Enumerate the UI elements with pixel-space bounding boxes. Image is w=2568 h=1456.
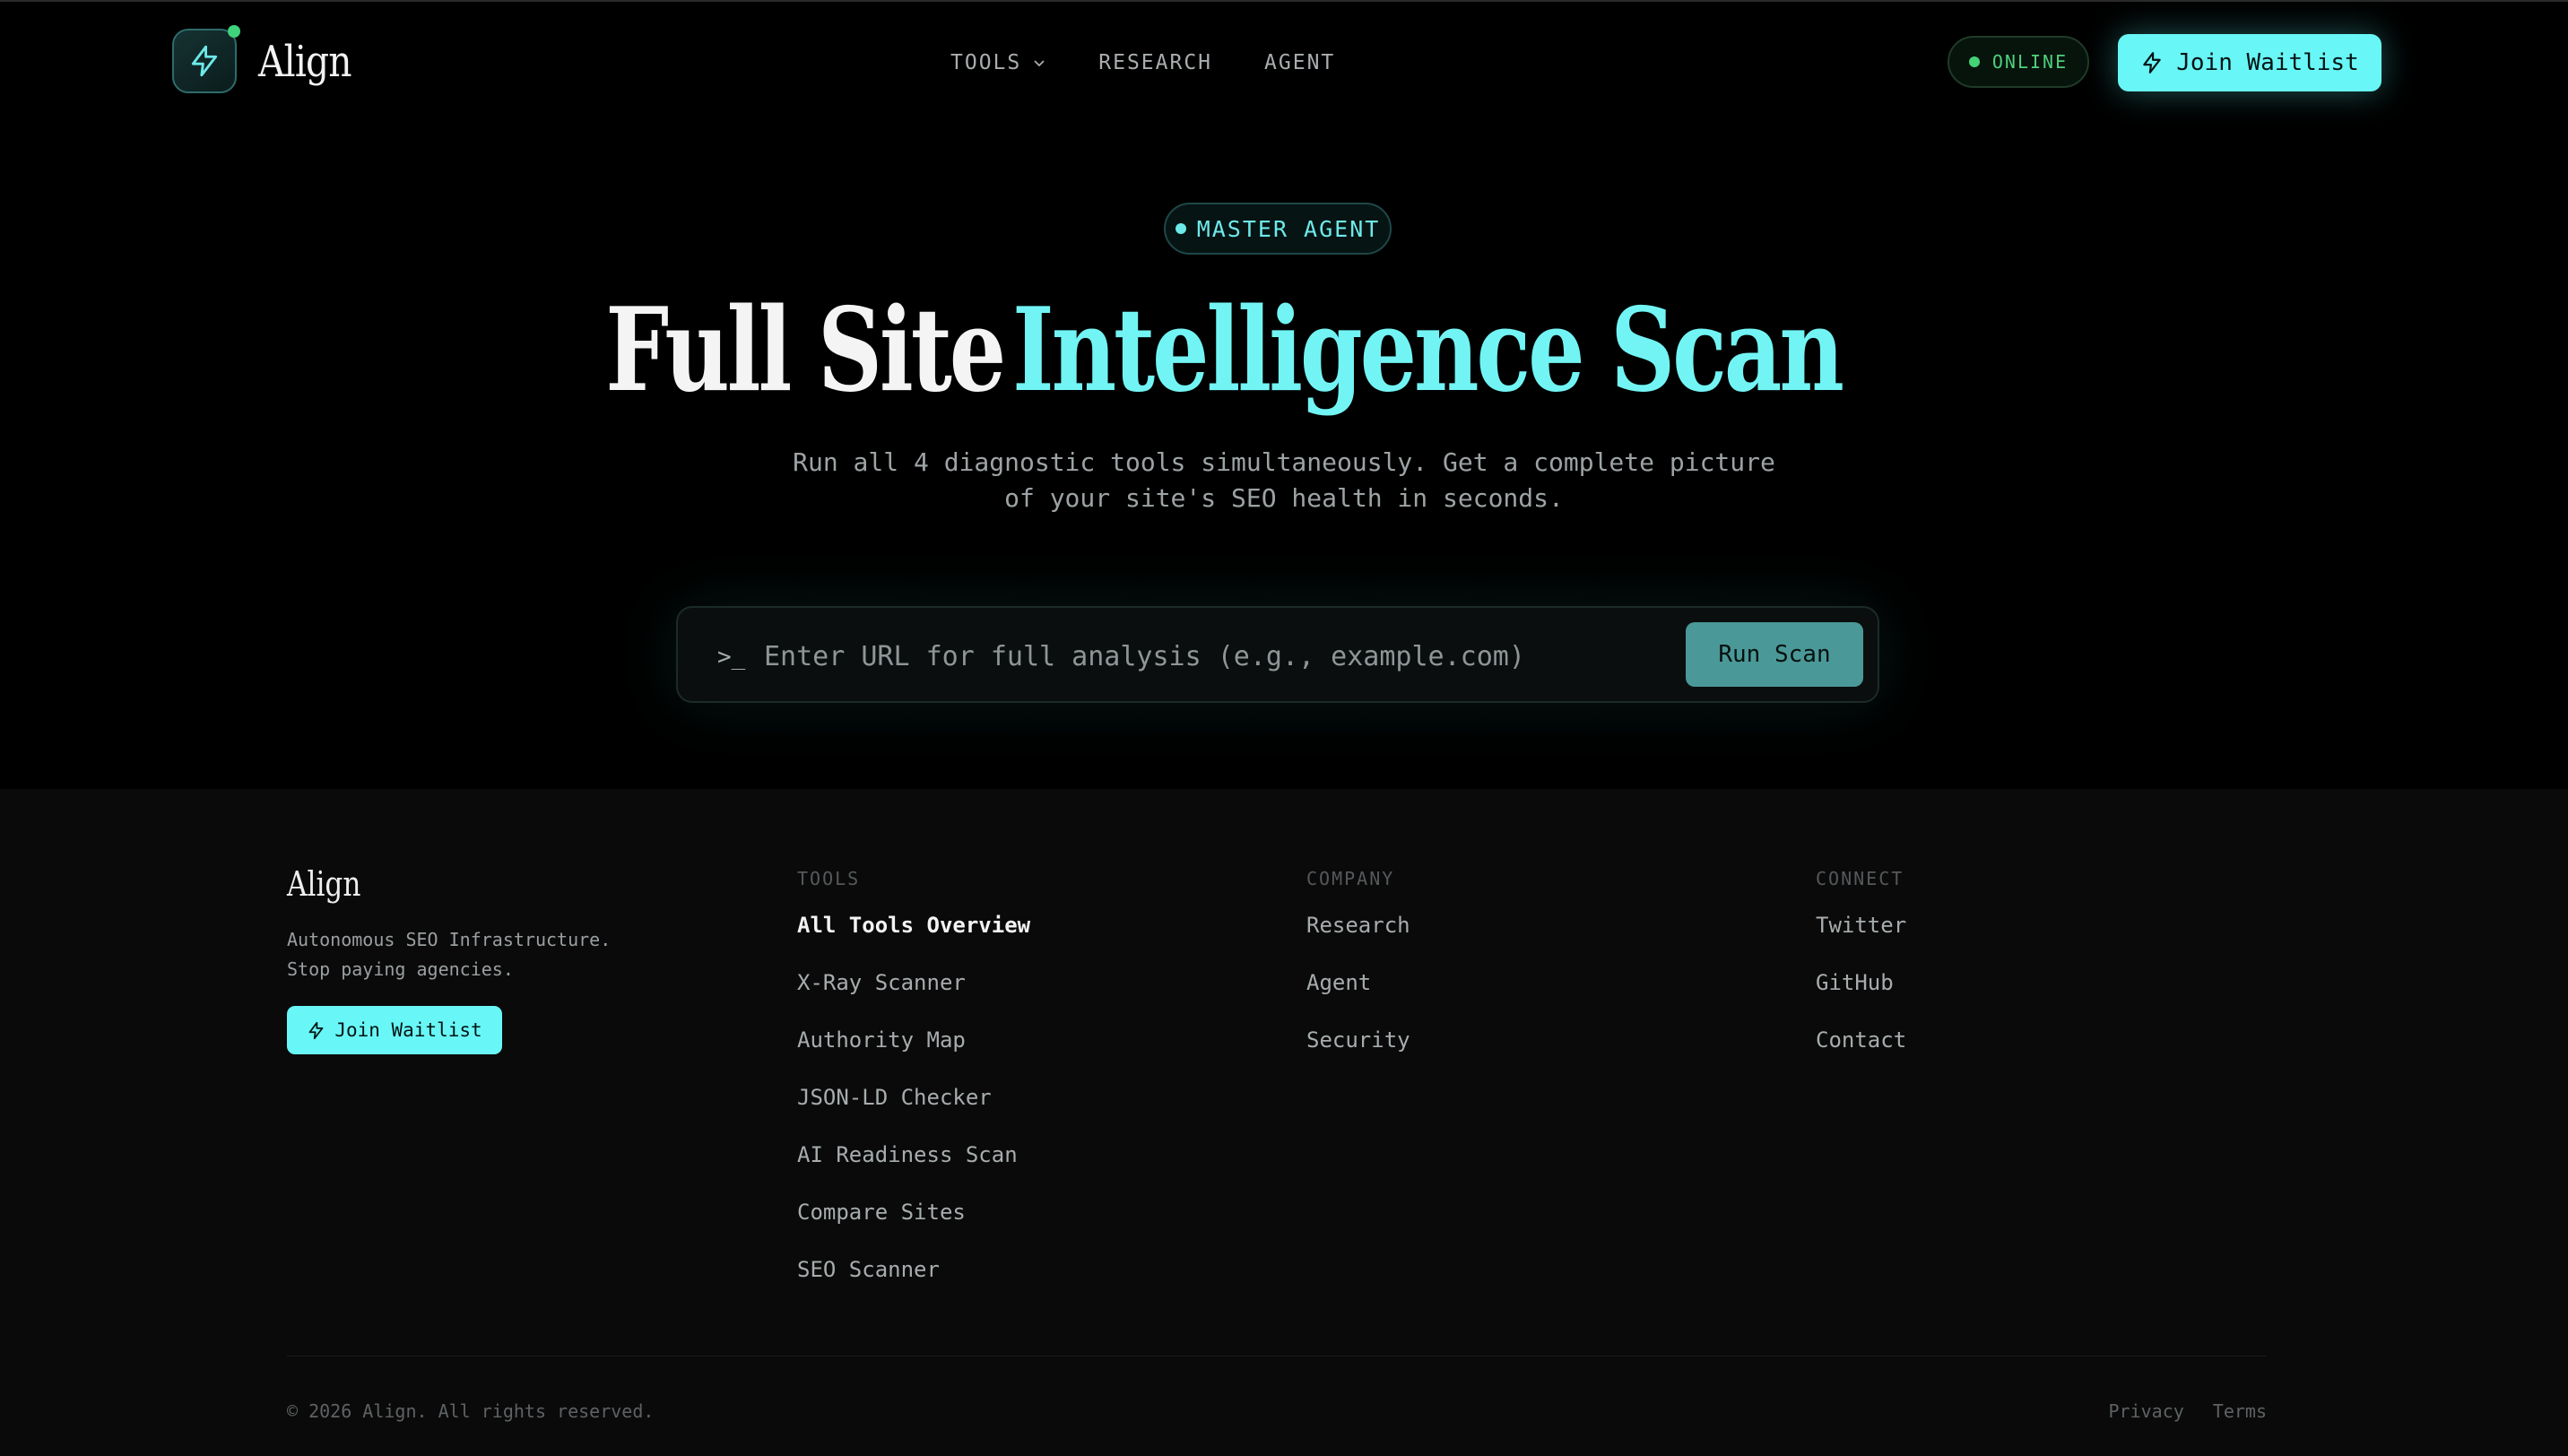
footer-link-list: Twitter GitHub Contact xyxy=(1816,911,1906,1083)
nav-item-label: AGENT xyxy=(1264,51,1336,74)
nav-item-research[interactable]: RESEARCH xyxy=(1098,51,1212,74)
lightning-bolt-icon xyxy=(187,44,221,78)
status-badge: ONLINE xyxy=(1948,36,2089,88)
run-scan-label: Run Scan xyxy=(1718,641,1831,668)
tagline-line-2: Stop paying agencies. xyxy=(287,958,514,980)
badge-label: MASTER AGENT xyxy=(1196,215,1381,242)
site-header: Align TOOLS RESEARCH AGENT ONLINE Join W… xyxy=(0,0,2568,126)
footer-link-ai-readiness-scan[interactable]: AI Readiness Scan xyxy=(797,1140,1030,1198)
site-footer: Align Autonomous SEO Infrastructure. Sto… xyxy=(0,789,2568,1456)
title-accent: Intelligence Scan xyxy=(1011,283,1844,418)
footer-link-x-ray-scanner[interactable]: X-Ray Scanner xyxy=(797,968,1030,1026)
footer-link-research[interactable]: Research xyxy=(1306,911,1410,968)
footer-brand-name[interactable]: Align xyxy=(287,864,360,904)
notification-dot xyxy=(228,25,240,38)
hero-section: MASTER AGENT Full SiteIntelligence Scan … xyxy=(0,126,2568,789)
master-agent-badge: MASTER AGENT xyxy=(1164,203,1392,255)
lightning-bolt-icon xyxy=(307,1021,325,1040)
footer-link-security[interactable]: Security xyxy=(1306,1026,1410,1083)
terms-link[interactable]: Terms xyxy=(2213,1400,2267,1422)
main-nav: TOOLS RESEARCH AGENT xyxy=(950,45,1335,81)
nav-item-label: TOOLS xyxy=(950,51,1022,74)
nav-item-tools[interactable]: TOOLS xyxy=(950,51,1046,74)
join-waitlist-label: Join Waitlist xyxy=(2176,49,2359,76)
footer-link-authority-map[interactable]: Authority Map xyxy=(797,1026,1030,1083)
hero-subtitle: Run all 4 diagnostic tools simultaneousl… xyxy=(746,445,1822,516)
footer-link-seo-scanner[interactable]: SEO Scanner xyxy=(797,1255,1030,1313)
footer-link-contact[interactable]: Contact xyxy=(1816,1026,1906,1083)
nav-item-agent[interactable]: AGENT xyxy=(1264,51,1335,74)
brand-name[interactable]: Align xyxy=(258,30,352,93)
footer-link-compare-sites[interactable]: Compare Sites xyxy=(797,1198,1030,1255)
run-scan-button[interactable]: Run Scan xyxy=(1686,622,1863,687)
footer-link-list: All Tools Overview X-Ray Scanner Authori… xyxy=(797,911,1030,1313)
footer-link-agent[interactable]: Agent xyxy=(1306,968,1410,1026)
url-scan-form: >_ Run Scan xyxy=(676,606,1879,703)
title-plain: Full Site xyxy=(604,283,1006,418)
footer-link-list: Research Agent Security xyxy=(1306,911,1410,1083)
join-waitlist-button[interactable]: Join Waitlist xyxy=(2118,34,2381,91)
footer-link-twitter[interactable]: Twitter xyxy=(1816,911,1906,968)
badge-dot-icon xyxy=(1175,223,1186,234)
legal-links: Privacy Terms xyxy=(2108,1400,2267,1422)
terminal-prompt-icon: >_ xyxy=(717,644,746,671)
logo-mark[interactable] xyxy=(172,25,240,93)
page-title: Full SiteIntelligence Scan xyxy=(0,283,2568,418)
subtitle-line-1: Run all 4 diagnostic tools simultaneousl… xyxy=(793,447,1775,477)
lightning-bolt-icon xyxy=(2140,51,2164,74)
subtitle-line-2: of your site's SEO health in seconds. xyxy=(1004,483,1564,513)
footer-column-tools: TOOLS All Tools Overview X-Ray Scanner A… xyxy=(797,864,1030,1313)
footer-heading: TOOLS xyxy=(797,868,861,889)
copyright-text: © 2026 Align. All rights reserved. xyxy=(287,1400,655,1422)
footer-heading: COMPANY xyxy=(1306,868,1395,889)
footer-tagline: Autonomous SEO Infrastructure. Stop payi… xyxy=(287,925,611,984)
footer-link-github[interactable]: GitHub xyxy=(1816,968,1906,1026)
status-label: ONLINE xyxy=(1991,51,2069,73)
footer-column-connect: CONNECT Twitter GitHub Contact xyxy=(1816,864,1906,1083)
footer-link-json-ld-checker[interactable]: JSON-LD Checker xyxy=(797,1083,1030,1140)
privacy-link[interactable]: Privacy xyxy=(2108,1400,2183,1422)
tagline-line-1: Autonomous SEO Infrastructure. xyxy=(287,929,612,950)
chevron-down-icon xyxy=(1032,56,1046,70)
footer-column-company: COMPANY Research Agent Security xyxy=(1306,864,1410,1083)
footer-heading: CONNECT xyxy=(1816,868,1904,889)
footer-join-label: Join Waitlist xyxy=(334,1019,482,1041)
nav-item-label: RESEARCH xyxy=(1098,51,1213,74)
footer-join-waitlist-button[interactable]: Join Waitlist xyxy=(287,1006,502,1054)
url-input[interactable] xyxy=(764,629,1616,683)
footer-link-all-tools-overview[interactable]: All Tools Overview xyxy=(797,911,1030,968)
status-dot-icon xyxy=(1968,56,1980,67)
